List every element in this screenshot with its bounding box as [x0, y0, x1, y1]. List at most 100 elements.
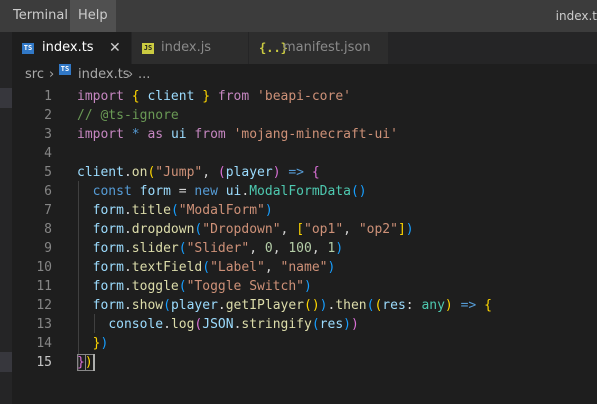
code-token: player	[170, 298, 218, 313]
code-token: ()	[350, 184, 367, 199]
line-number: 13	[36, 317, 52, 332]
code-line: form.show(player.getIPlayer()).then((res…	[77, 296, 492, 315]
code-token: stringify	[241, 317, 312, 332]
code-token: .	[123, 241, 132, 256]
code-token: ui	[225, 184, 242, 199]
code-token: ,	[202, 165, 218, 180]
code-token: new	[194, 184, 218, 199]
breadcrumb-symbol[interactable]: ...	[138, 64, 150, 86]
code-line: })	[77, 353, 93, 372]
code-token: ,	[249, 241, 265, 256]
code-token: {	[131, 89, 140, 104]
code-line: form.toggle("Toggle Switch")	[77, 277, 312, 296]
code-token: 0	[264, 241, 273, 256]
code-token: 100	[288, 241, 312, 256]
code-token: .	[123, 260, 132, 275]
code-token: (	[178, 279, 187, 294]
code-line: console.log(JSON.stringify(res))	[77, 315, 359, 334]
tab-index-ts[interactable]: TS index.ts ✕	[12, 32, 132, 64]
line-number: 11	[36, 279, 52, 294]
code-token: {	[484, 298, 492, 313]
breadcrumb-folder[interactable]: src	[25, 64, 44, 86]
code-token: {	[311, 165, 320, 180]
ts-file-icon: TS	[59, 64, 71, 75]
line-number: 2	[44, 108, 52, 123]
js-file-icon: JS	[142, 43, 154, 54]
text-cursor	[93, 354, 95, 371]
line-number: 12	[36, 298, 52, 313]
code-token: title	[131, 203, 171, 218]
code-token: .	[123, 298, 132, 313]
code-token: )	[319, 298, 328, 313]
code-line: })	[77, 334, 109, 353]
code-token: const	[92, 184, 132, 199]
line-number: 9	[44, 241, 52, 256]
code-token: *	[131, 127, 140, 142]
code-token: "op2"	[358, 222, 398, 237]
sidebar-edge	[0, 32, 12, 404]
code-token: "name"	[280, 260, 328, 275]
close-icon[interactable]: ✕	[109, 32, 121, 64]
code-token: form	[92, 222, 124, 237]
code-token: import	[77, 89, 124, 104]
code-token: toggle	[131, 279, 179, 294]
line-number: 10	[36, 260, 52, 275]
code-line: form.textField("Label", "name")	[77, 258, 336, 277]
code-line: import * as ui from 'mojang-minecraft-ui…	[77, 125, 398, 144]
line-number: 7	[44, 203, 52, 218]
code-token: (	[170, 203, 179, 218]
code-token: show	[131, 298, 164, 313]
code-token: form	[92, 241, 124, 256]
code-token: .	[123, 165, 132, 180]
tab-manifest-json[interactable]: {..} manifest.json	[249, 32, 389, 64]
menu-terminal[interactable]: Terminal	[5, 0, 76, 32]
code-token: ,	[280, 222, 297, 237]
code-token: ,	[272, 241, 289, 256]
code-token: )	[84, 355, 93, 370]
code-token: )	[343, 317, 351, 332]
code-token: client	[77, 165, 124, 180]
code-editor[interactable]: 1 import { client } from 'beapi-core' 2 // …	[12, 86, 597, 404]
code-token: res	[319, 317, 344, 332]
code-token: form	[92, 203, 124, 218]
breadcrumb-separator: ›	[49, 67, 55, 82]
code-token: "Toggle Switch"	[186, 279, 304, 294]
code-token: =>	[460, 298, 477, 313]
code-token: )	[444, 298, 453, 313]
code-token: ModalFormData	[249, 184, 351, 199]
code-token: .	[217, 298, 226, 313]
code-token: dropdown	[131, 222, 195, 237]
line-number: 4	[44, 146, 52, 161]
menu-help[interactable]: Help	[70, 0, 116, 32]
line-number: 5	[44, 165, 52, 180]
breadcrumb-file[interactable]: index.ts	[78, 64, 130, 86]
code-token: (	[311, 317, 320, 332]
code-token: )	[350, 317, 359, 332]
line-number: 14	[36, 336, 52, 351]
code-token: :	[405, 298, 422, 313]
code-token: ]	[397, 222, 406, 237]
code-line: form.title("ModalForm")	[77, 201, 273, 220]
line-number: 6	[44, 184, 52, 199]
code-token: "Dropdown"	[202, 222, 281, 237]
code-token: from	[194, 127, 226, 142]
editor-tab-bar: TS index.ts ✕ JS index.js {..} manifest.…	[12, 32, 597, 64]
window-title: index.t	[555, 9, 597, 23]
tab-index-js[interactable]: JS index.js	[132, 32, 249, 64]
code-token: "Jump"	[155, 165, 203, 180]
code-token: )	[335, 241, 344, 256]
code-token: )	[304, 279, 312, 294]
line-number: 1	[44, 89, 52, 104]
code-line: form.slider("Slider", 0, 100, 1)	[77, 239, 344, 258]
